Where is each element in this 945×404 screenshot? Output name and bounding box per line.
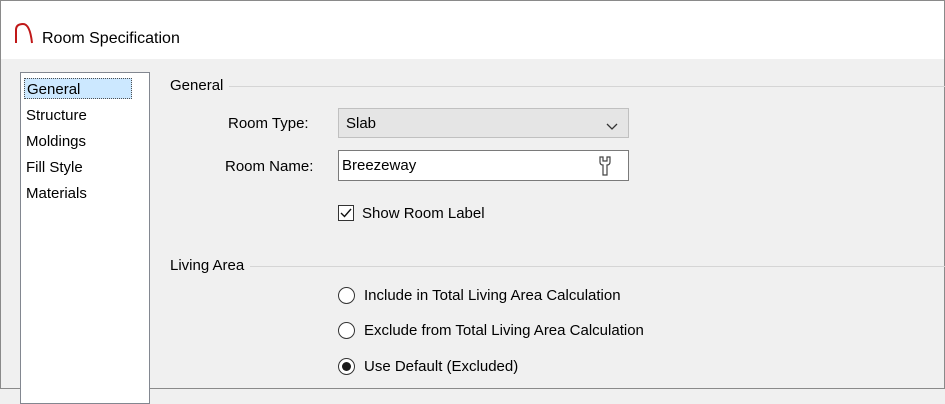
radio-label: Include in Total Living Area Calculation — [364, 287, 621, 304]
window-title: Room Specification — [42, 30, 180, 47]
wrench-icon[interactable] — [596, 155, 614, 181]
radio-button[interactable] — [338, 322, 355, 339]
radio-label: Use Default (Excluded) — [364, 358, 519, 375]
general-group-title: General — [170, 77, 230, 95]
radio-selected-dot — [342, 362, 351, 371]
sidebar-item-general[interactable]: General — [24, 78, 132, 99]
show-room-label-checkbox[interactable] — [338, 205, 354, 221]
room-type-select[interactable]: Slab — [338, 108, 629, 138]
room-name-label: Room Name: — [225, 158, 314, 175]
radio-button[interactable] — [338, 287, 355, 304]
category-list[interactable]: General Structure Moldings Fill Style Ma… — [20, 72, 150, 404]
title-bar[interactable]: Room Specification — [1, 1, 944, 59]
room-name-value: Breezeway — [342, 157, 417, 174]
sidebar-item-materials[interactable]: Materials — [24, 183, 87, 204]
radio-label: Exclude from Total Living Area Calculati… — [364, 322, 644, 339]
arch-icon — [14, 22, 34, 48]
general-group-divider — [170, 86, 945, 87]
chevron-down-icon — [606, 118, 618, 135]
room-name-input[interactable]: Breezeway — [338, 150, 629, 181]
sidebar-item-fill-style[interactable]: Fill Style — [24, 157, 83, 178]
radio-button[interactable] — [338, 358, 355, 375]
room-type-value: Slab — [346, 115, 377, 132]
living-area-group-divider — [170, 266, 945, 267]
sidebar-item-structure[interactable]: Structure — [24, 105, 87, 126]
show-room-label-text: Show Room Label — [362, 205, 485, 222]
sidebar-item-moldings[interactable]: Moldings — [24, 131, 86, 152]
room-type-label: Room Type: — [228, 115, 309, 132]
living-area-group-title: Living Area — [170, 257, 251, 275]
